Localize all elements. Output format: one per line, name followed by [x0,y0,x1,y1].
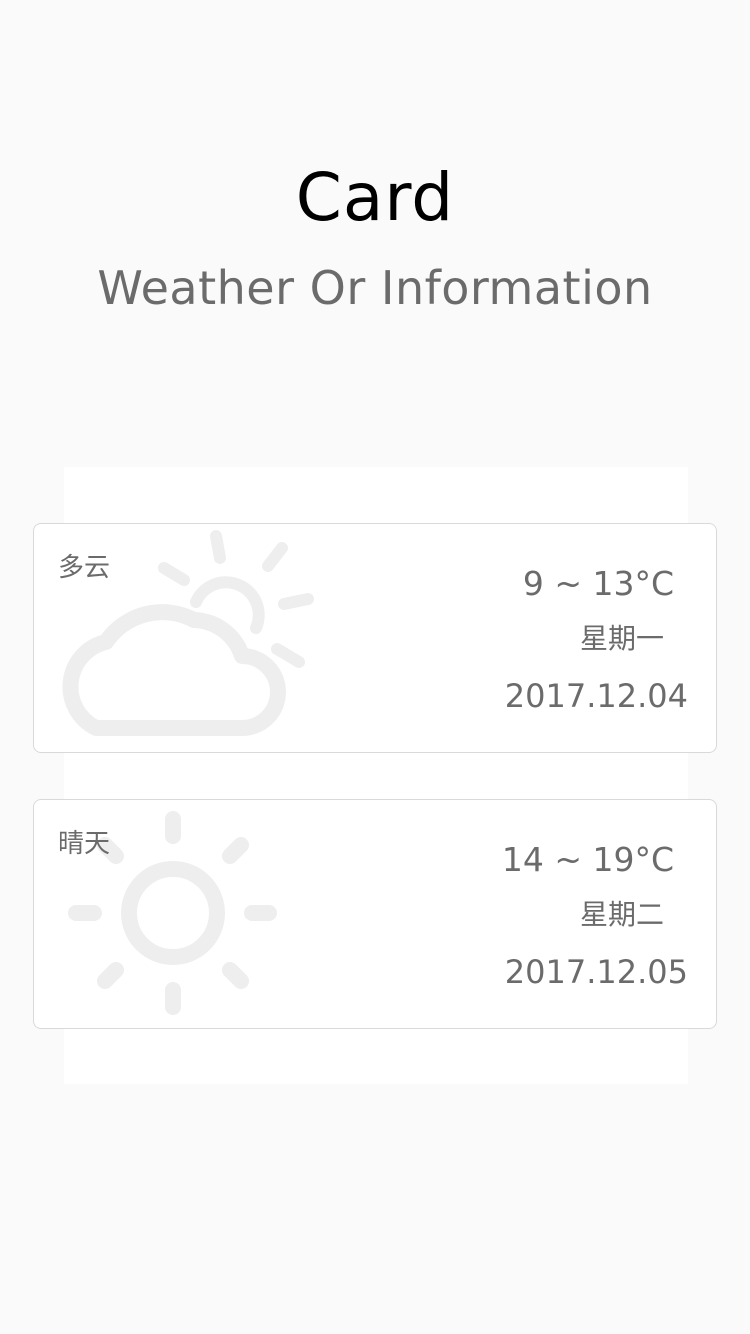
weather-card[interactable]: 晴天 14 ~ 19°C 星期二 2017.12.05 [33,799,717,1029]
date: 2017.12.04 [504,677,688,715]
temperature-range: 14 ~ 19°C [501,840,674,879]
weather-condition: 多云 [58,553,111,583]
temperature-range: 9 ~ 13°C [522,564,674,603]
weather-card[interactable]: 多云 9 ~ 13°C 星期一 2017.12.04 [33,523,717,753]
page-title: Card [295,159,455,236]
weekday: 星期一 [579,622,664,655]
weekday: 星期二 [579,898,664,931]
date: 2017.12.05 [504,953,688,991]
weather-condition: 晴天 [58,829,111,859]
page-subtitle: Weather Or Information [97,261,653,315]
